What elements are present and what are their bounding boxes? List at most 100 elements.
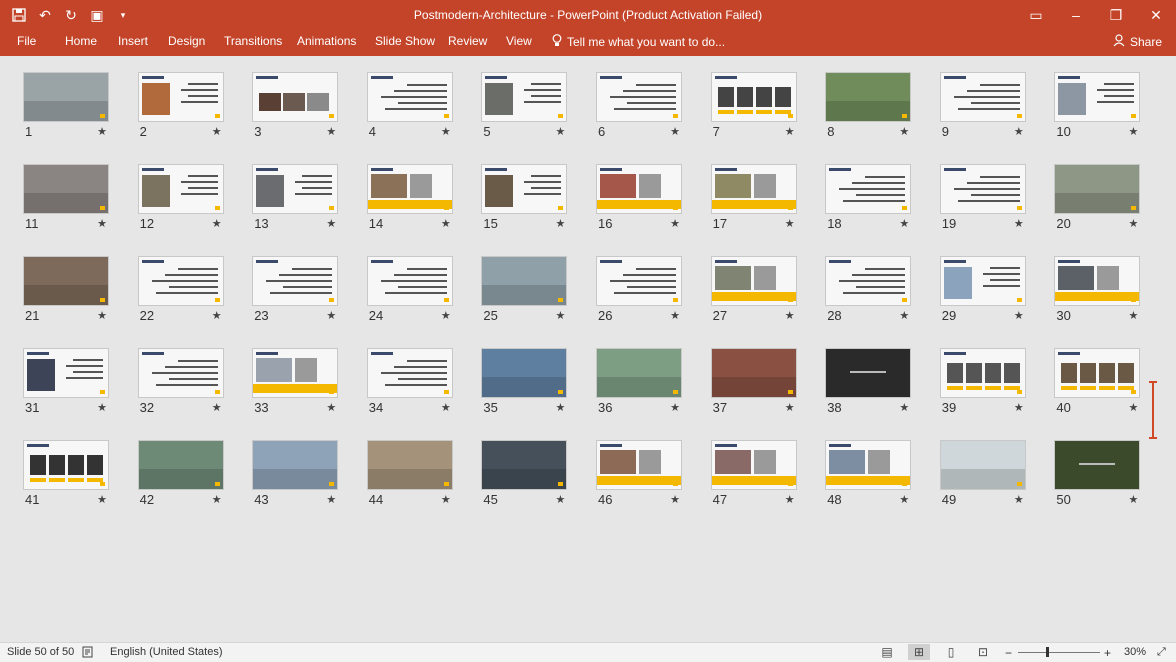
slide-thumbnail[interactable]: 11 ★ (23, 164, 109, 234)
slide-thumbnail[interactable]: 14 ★ (366, 164, 453, 234)
transition-star-icon[interactable]: ★ (1129, 217, 1139, 230)
slide-thumbnail[interactable]: 2 ★ (137, 72, 224, 142)
slide-thumbnail[interactable]: 17 ★ (710, 164, 797, 234)
slide-thumbnail[interactable]: 21 ★ (23, 256, 109, 326)
transition-star-icon[interactable]: ★ (212, 217, 222, 230)
restore-icon[interactable]: ❐ (1096, 0, 1136, 30)
tab-home[interactable]: Home (65, 34, 97, 48)
slide-thumbnail[interactable]: 9 ★ (939, 72, 1026, 142)
slide-thumbnail[interactable]: 25 ★ (481, 256, 568, 326)
slide-thumbnail[interactable]: 44 ★ (366, 440, 453, 510)
minimize-icon[interactable]: – (1056, 0, 1096, 30)
transition-star-icon[interactable]: ★ (556, 309, 566, 322)
zoom-level[interactable]: 30% (1124, 646, 1146, 658)
transition-star-icon[interactable]: ★ (1014, 125, 1024, 138)
transition-star-icon[interactable]: ★ (670, 217, 680, 230)
tab-animations[interactable]: Animations (297, 34, 356, 48)
slide-thumbnail[interactable]: 37 ★ (710, 348, 797, 418)
slide-sorter-view-icon[interactable]: ⊞ (908, 644, 930, 660)
transition-star-icon[interactable]: ★ (212, 309, 222, 322)
transition-star-icon[interactable]: ★ (670, 309, 680, 322)
transition-star-icon[interactable]: ★ (326, 217, 336, 230)
slide-thumbnail[interactable]: 8 ★ (825, 72, 912, 142)
slide-thumbnail[interactable]: 50 ★ (1054, 440, 1141, 510)
transition-star-icon[interactable]: ★ (785, 125, 795, 138)
slide-thumbnail[interactable]: 10 ★ (1054, 72, 1141, 142)
slide-thumbnail[interactable]: 45 ★ (481, 440, 568, 510)
slide-thumbnail[interactable]: 43 ★ (252, 440, 339, 510)
slide-thumbnail[interactable]: 27 ★ (710, 256, 797, 326)
transition-star-icon[interactable]: ★ (326, 493, 336, 506)
transition-star-icon[interactable]: ★ (441, 217, 451, 230)
slide-show-view-icon[interactable]: ⊡ (972, 644, 994, 660)
slide-thumbnail[interactable]: 3 ★ (252, 72, 339, 142)
slide-thumbnail[interactable]: 35 ★ (481, 348, 568, 418)
slide-thumbnail[interactable]: 16 ★ (596, 164, 682, 234)
slide-thumbnail[interactable]: 24 ★ (366, 256, 453, 326)
slide-thumbnail[interactable]: 26 ★ (596, 256, 682, 326)
ribbon-display-icon[interactable]: ▭ (1016, 0, 1056, 30)
transition-star-icon[interactable]: ★ (899, 401, 909, 414)
slide-thumbnail[interactable]: 47 ★ (710, 440, 797, 510)
zoom-slider-thumb[interactable] (1046, 647, 1049, 657)
transition-star-icon[interactable]: ★ (441, 401, 451, 414)
transition-star-icon[interactable]: ★ (670, 125, 680, 138)
slide-thumbnail[interactable]: 5 ★ (481, 72, 568, 142)
transition-star-icon[interactable]: ★ (97, 309, 107, 322)
slide-thumbnail[interactable]: 31 ★ (23, 348, 109, 418)
tab-view[interactable]: View (506, 34, 532, 48)
tab-transitions[interactable]: Transitions (224, 34, 282, 48)
normal-view-icon[interactable]: ▤ (876, 644, 898, 660)
transition-star-icon[interactable]: ★ (899, 125, 909, 138)
reading-view-icon[interactable]: ▯ (940, 644, 962, 660)
transition-star-icon[interactable]: ★ (1014, 309, 1024, 322)
slide-thumbnail[interactable]: 32 ★ (137, 348, 224, 418)
transition-star-icon[interactable]: ★ (556, 401, 566, 414)
tab-review[interactable]: Review (448, 34, 487, 48)
transition-star-icon[interactable]: ★ (441, 125, 451, 138)
zoom-in-icon[interactable]: + (1104, 646, 1111, 660)
share-button[interactable]: Share (1113, 34, 1162, 50)
slide-thumbnail[interactable]: 40 ★ (1054, 348, 1141, 418)
transition-star-icon[interactable]: ★ (785, 493, 795, 506)
slide-thumbnail[interactable]: 13 ★ (252, 164, 339, 234)
slide-thumbnail[interactable]: 20 ★ (1054, 164, 1141, 234)
transition-star-icon[interactable]: ★ (1014, 493, 1024, 506)
transition-star-icon[interactable]: ★ (785, 401, 795, 414)
slide-thumbnail[interactable]: 49 ★ (939, 440, 1026, 510)
slide-thumbnail[interactable]: 29 ★ (939, 256, 1026, 326)
slide-thumbnail[interactable]: 7 ★ (710, 72, 797, 142)
close-icon[interactable]: ✕ (1136, 0, 1176, 30)
transition-star-icon[interactable]: ★ (670, 493, 680, 506)
transition-star-icon[interactable]: ★ (670, 401, 680, 414)
slide-thumbnail[interactable]: 15 ★ (481, 164, 568, 234)
slide-thumbnail[interactable]: 30 ★ (1054, 256, 1141, 326)
slide-thumbnail[interactable]: 41 ★ (23, 440, 109, 510)
zoom-slider-track[interactable] (1018, 652, 1100, 653)
tell-me-box[interactable]: Tell me what you want to do... (552, 34, 725, 50)
slide-thumbnail[interactable]: 39 ★ (939, 348, 1026, 418)
slide-thumbnail[interactable]: 28 ★ (825, 256, 912, 326)
transition-star-icon[interactable]: ★ (1129, 125, 1139, 138)
transition-star-icon[interactable]: ★ (212, 125, 222, 138)
transition-star-icon[interactable]: ★ (899, 309, 909, 322)
transition-star-icon[interactable]: ★ (1129, 493, 1139, 506)
transition-star-icon[interactable]: ★ (899, 217, 909, 230)
transition-star-icon[interactable]: ★ (899, 493, 909, 506)
notes-icon[interactable] (82, 646, 94, 661)
tab-design[interactable]: Design (168, 34, 205, 48)
slide-thumbnail[interactable]: 33 ★ (252, 348, 339, 418)
slide-thumbnail[interactable]: 4 ★ (366, 72, 453, 142)
transition-star-icon[interactable]: ★ (556, 493, 566, 506)
transition-star-icon[interactable]: ★ (785, 217, 795, 230)
transition-star-icon[interactable]: ★ (326, 125, 336, 138)
slide-thumbnail[interactable]: 48 ★ (825, 440, 912, 510)
transition-star-icon[interactable]: ★ (326, 401, 336, 414)
transition-star-icon[interactable]: ★ (441, 493, 451, 506)
slide-thumbnail[interactable]: 38 ★ (825, 348, 912, 418)
transition-star-icon[interactable]: ★ (441, 309, 451, 322)
zoom-out-icon[interactable]: − (1005, 646, 1012, 660)
transition-star-icon[interactable]: ★ (97, 217, 107, 230)
transition-star-icon[interactable]: ★ (97, 493, 107, 506)
slide-thumbnail[interactable]: 46 ★ (596, 440, 682, 510)
